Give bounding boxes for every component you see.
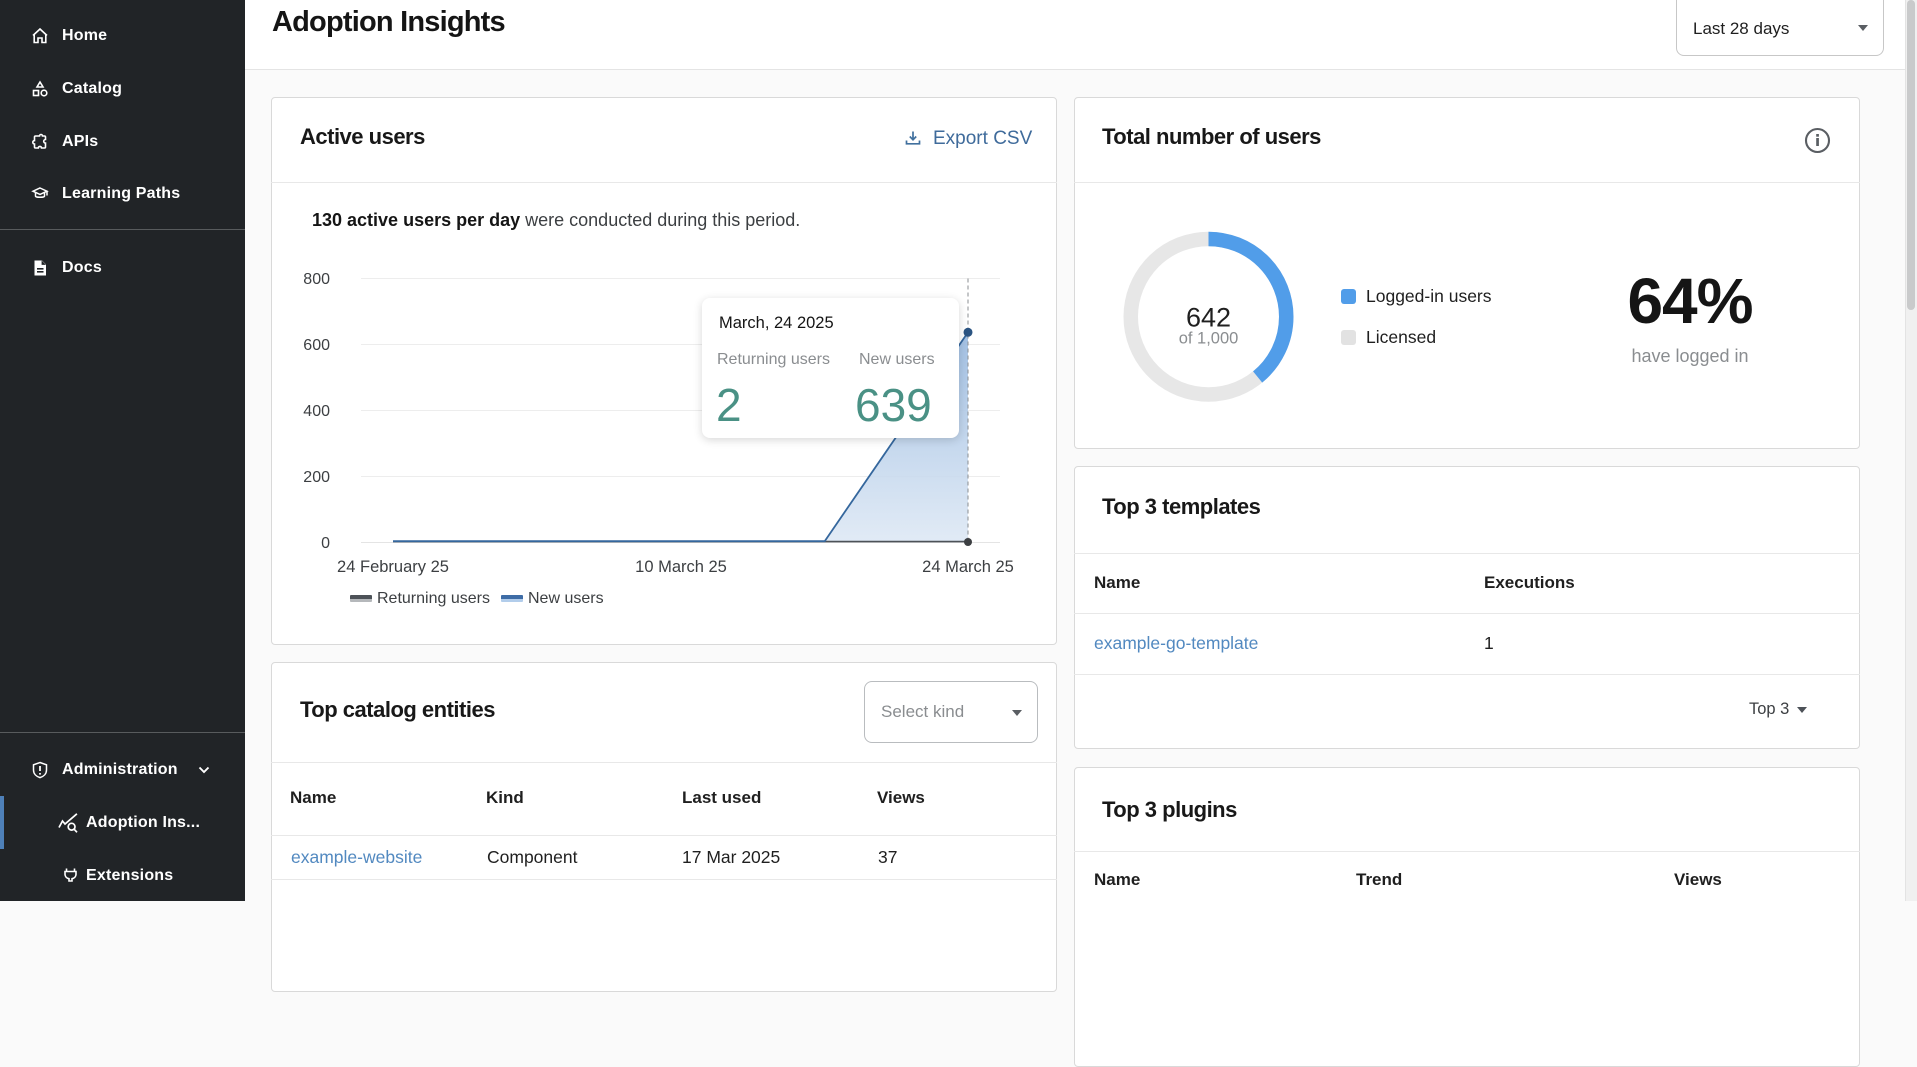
svg-text:400: 400 <box>303 403 330 420</box>
svg-text:0: 0 <box>321 535 330 552</box>
svg-text:10 March 25: 10 March 25 <box>635 558 727 576</box>
svg-text:600: 600 <box>303 337 330 354</box>
svg-text:24 February 25: 24 February 25 <box>337 558 449 576</box>
svg-text:24 March 25: 24 March 25 <box>922 558 1014 576</box>
svg-text:800: 800 <box>303 271 330 288</box>
svg-text:642: 642 <box>1186 303 1231 333</box>
svg-text:of 1,000: of 1,000 <box>1179 330 1239 348</box>
svg-text:200: 200 <box>303 469 330 486</box>
